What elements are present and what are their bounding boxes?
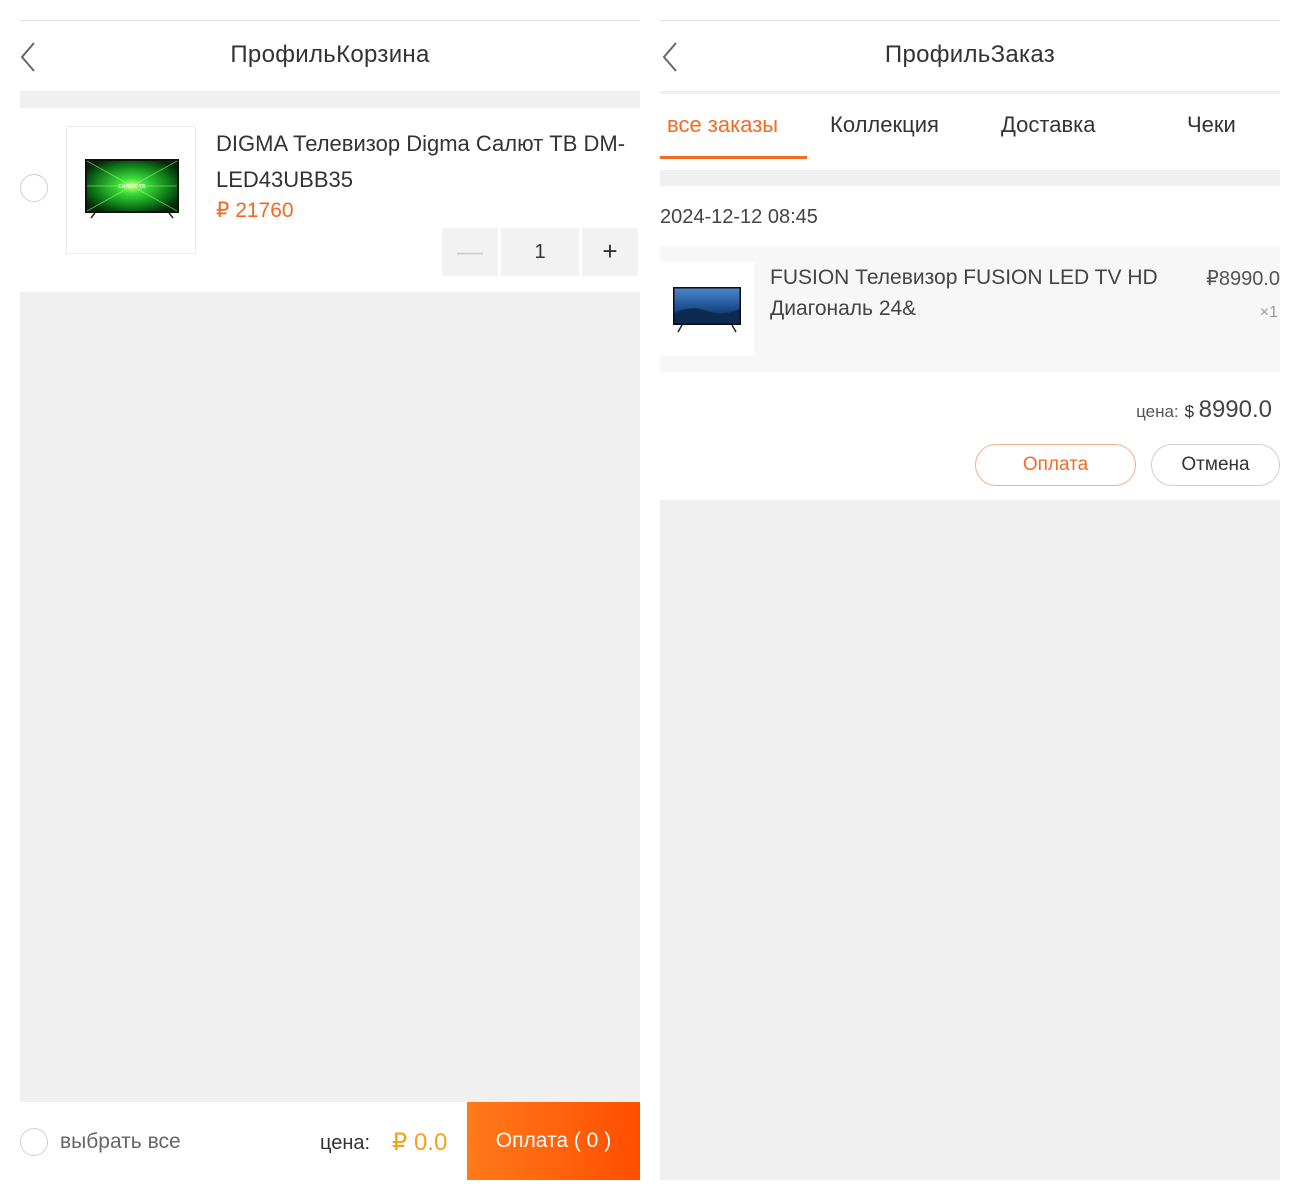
tab-all-orders[interactable]: все заказы [667,112,778,138]
order-item-price: ₽8990.0 [1206,268,1280,290]
tv-screen-text: САЛЮТ ТВ [118,184,146,190]
tab-receipts[interactable]: Чеки [1187,112,1236,138]
active-tab-indicator [660,156,807,159]
increase-button[interactable]: + [582,228,638,276]
page-title: ПрофильКорзина [230,41,430,68]
order-date: 2024-12-12 08:45 [660,206,818,228]
total-price: ₽ 0.0 [392,1129,448,1156]
order-tabs: все заказы Коллекция Доставка Чеки [660,94,1280,170]
tab-collection[interactable]: Коллекция [830,112,939,138]
quantity-stepper: — 1 + [442,228,638,276]
select-all-label[interactable]: выбрать все [60,1130,181,1154]
pay-order-button[interactable]: Оплата [975,444,1136,486]
order-card: 2024-12-12 08:45 FUSION Телевизор FUSION… [660,186,1280,500]
product-name[interactable]: DIGMA Телевизор Digma Салют ТВ DM-LED43U… [216,126,626,198]
cart-screen: ПрофильКорзина САЛЮТ ТВ DIGMA Телевизор … [20,20,640,1180]
product-image[interactable]: САЛЮТ ТВ [66,126,196,254]
total-label: цена: [320,1132,371,1154]
cart-item: САЛЮТ ТВ DIGMA Телевизор Digma Салют ТВ … [20,108,640,292]
order-line-item[interactable]: FUSION Телевизор FUSION LED TV HD Диагон… [660,246,1280,372]
cart-header: ПрофильКорзина [20,20,640,92]
cart-footer: выбрать все цена: ₽ 0.0 Оплата ( 0 ) [20,1102,640,1180]
orders-header: ПрофильЗаказ [660,20,1280,92]
cancel-order-button[interactable]: Отмена [1151,444,1280,486]
page-title: ПрофильЗаказ [884,41,1056,68]
item-select-radio[interactable] [20,174,48,202]
order-total-currency: $ [1184,402,1195,421]
select-all-radio[interactable] [20,1128,48,1156]
checkout-button[interactable]: Оплата ( 0 ) [467,1102,640,1180]
orders-screen: ПрофильЗаказ все заказы Коллекция Достав… [660,20,1280,1180]
tab-delivery[interactable]: Доставка [1001,112,1095,138]
order-total-label: цена: [1136,402,1179,421]
decrease-button[interactable]: — [442,228,498,276]
order-total: цена: $ 8990.0 [1136,396,1272,424]
product-price: ₽ 21760 [216,199,294,222]
order-product-name[interactable]: FUSION Телевизор FUSION LED TV HD Диагон… [770,262,1170,324]
product-image[interactable] [660,262,754,356]
quantity-input[interactable]: 1 [501,228,579,276]
order-item-quantity: ×1 [1259,304,1278,321]
order-total-value: 8990.0 [1198,396,1272,423]
